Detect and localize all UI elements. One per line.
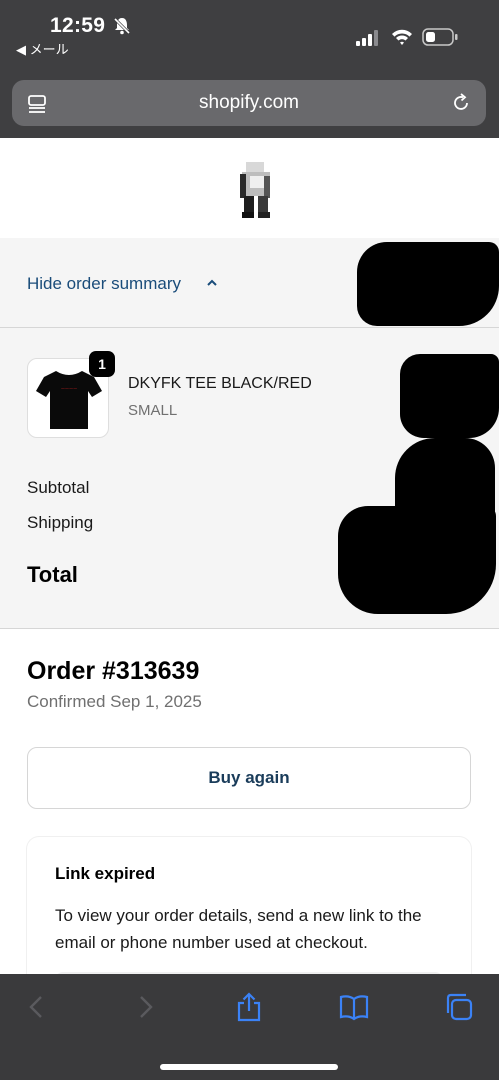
forward-icon[interactable] [130, 992, 160, 1022]
order-summary-toggle-label[interactable]: Hide order summary [27, 274, 181, 294]
battery-icon [422, 28, 458, 46]
quantity-badge: 1 [89, 351, 115, 377]
product-variant: SMALL [128, 402, 178, 419]
product-name: DKYFK TEE BLACK/RED [128, 375, 312, 392]
svg-text:~~~~: ~~~~ [61, 386, 77, 393]
home-indicator [160, 1064, 338, 1070]
link-expired-card: Link expired To view your order details,… [27, 837, 471, 974]
subtotal-label: Subtotal [27, 478, 90, 497]
back-icon[interactable] [22, 992, 52, 1022]
buy-again-button[interactable]: Buy again [27, 747, 471, 809]
link-expired-message: To view your order details, send a new l… [55, 906, 422, 952]
cellular-signal-icon [356, 30, 378, 46]
redaction-mark [400, 354, 499, 438]
web-page: Hide order summary ~~~~ 1 DKYFK TEE BLAC… [0, 138, 499, 974]
browser-toolbar [0, 974, 499, 1080]
status-time: 12:59 [50, 14, 106, 37]
order-summary-toggle[interactable]: Hide order summary [0, 238, 499, 328]
address-bar[interactable]: shopify.com [12, 80, 486, 126]
browser-address-area: shopify.com [0, 72, 499, 138]
order-confirmed-date: Confirmed Sep 1, 2025 [27, 692, 202, 711]
url-domain[interactable]: shopify.com [12, 92, 486, 114]
tabs-icon[interactable] [444, 992, 474, 1022]
redaction-mark [357, 242, 499, 326]
wifi-icon [392, 29, 412, 45]
share-icon[interactable] [234, 992, 264, 1022]
store-header [0, 138, 499, 238]
bookmarks-icon[interactable] [339, 992, 369, 1022]
redaction-mark [338, 506, 496, 614]
reload-icon[interactable] [450, 92, 472, 114]
chevron-up-icon[interactable] [205, 276, 219, 290]
store-logo-icon[interactable] [236, 158, 276, 220]
status-bar: 12:59 ◀ メール [0, 0, 499, 72]
back-to-app-link[interactable]: ◀ メール [16, 39, 69, 58]
order-details: Order #313639 Confirmed Sep 1, 2025 Buy … [0, 628, 499, 974]
total-label: Total [27, 562, 78, 587]
shipping-label: Shipping [27, 513, 94, 532]
link-expired-title: Link expired [55, 864, 156, 883]
order-number: Order #313639 [27, 657, 200, 685]
silent-bell-icon [113, 17, 131, 35]
